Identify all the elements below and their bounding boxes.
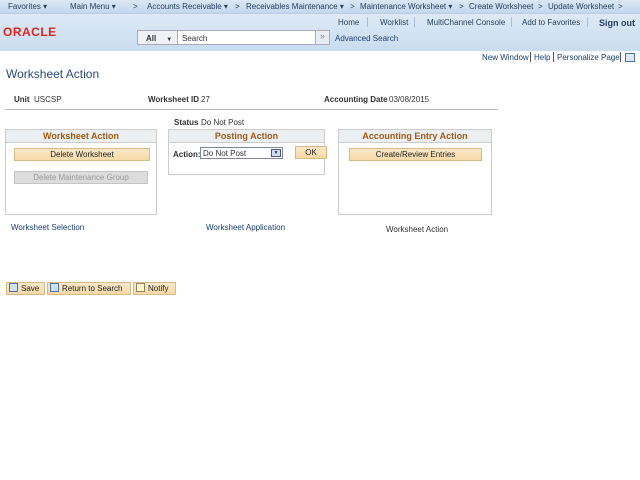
- notify-label: Notify: [148, 284, 169, 293]
- action-select[interactable]: Do Not Post ▼: [200, 147, 283, 159]
- return-to-search-button[interactable]: Return to Search: [47, 282, 131, 295]
- nav-favorites[interactable]: Favorites ▾: [8, 2, 47, 11]
- multichannel-console-link[interactable]: MultiChannel Console: [427, 18, 505, 27]
- return-label: Return to Search: [62, 284, 123, 293]
- accounting-date-label: Accounting Date: [324, 95, 388, 104]
- nav-maintenance-worksheet[interactable]: Maintenance Worksheet ▾: [360, 2, 452, 11]
- delete-maintenance-group-button: Delete Maintenance Group: [14, 171, 148, 184]
- nav-accounts-receivable[interactable]: Accounts Receivable ▾: [147, 2, 228, 11]
- tab-worksheet-application[interactable]: Worksheet Application: [206, 223, 285, 232]
- notify-button[interactable]: Notify: [133, 282, 176, 295]
- breadcrumb-nav: Favorites ▾ Main Menu ▾ > Accounts Recei…: [0, 0, 640, 14]
- divider: [511, 17, 512, 27]
- search-scope-value: All: [146, 34, 157, 43]
- divider: [367, 17, 368, 27]
- personalize-page-link[interactable]: Personalize Page: [557, 53, 620, 62]
- chevron-down-icon: ▼: [271, 149, 281, 157]
- nav-create-worksheet[interactable]: Create Worksheet: [469, 2, 533, 11]
- new-window-link[interactable]: New Window: [482, 53, 529, 62]
- panel-title: Posting Action: [169, 130, 324, 143]
- search-input[interactable]: Search: [177, 30, 316, 45]
- panel-title: Worksheet Action: [6, 130, 156, 143]
- accounting-date-value: 03/08/2015: [389, 95, 430, 104]
- nav-update-worksheet[interactable]: Update Worksheet: [548, 2, 614, 11]
- worksheet-action-panel: Worksheet Action Delete Worksheet Delete…: [5, 129, 157, 215]
- notify-icon: [136, 283, 145, 292]
- nav-separator: >: [133, 2, 138, 11]
- save-label: Save: [21, 284, 40, 293]
- tab-worksheet-selection[interactable]: Worksheet Selection: [11, 223, 84, 232]
- tab-label: Worksheet: [11, 223, 52, 232]
- nav-separator: >: [235, 2, 240, 11]
- nav-separator: >: [459, 2, 464, 11]
- nav-separator: >: [618, 2, 623, 11]
- help-link[interactable]: Help: [534, 53, 550, 62]
- save-icon: [9, 283, 18, 292]
- page-title: Worksheet Action: [6, 67, 100, 81]
- nav-receivables-maintenance[interactable]: Receivables Maintenance ▾: [246, 2, 344, 11]
- sign-out-link[interactable]: Sign out: [599, 18, 635, 28]
- add-to-favorites-link[interactable]: Add to Favorites: [522, 18, 580, 27]
- divider: [587, 17, 588, 27]
- unit-label: Unit: [14, 95, 30, 104]
- nav-main-menu[interactable]: Main Menu ▾: [70, 2, 116, 11]
- double-chevron-right-icon: »: [319, 31, 325, 41]
- worksheet-id-value: 27: [201, 95, 210, 104]
- search-scope-select[interactable]: All ▼: [137, 30, 178, 45]
- action-select-value: Do Not Post: [203, 149, 247, 158]
- divider: [553, 52, 554, 62]
- unit-value: USCSP: [34, 95, 62, 104]
- panel-title: Accounting Entry Action: [339, 130, 491, 143]
- header: Home Worklist MultiChannel Console Add t…: [0, 14, 640, 51]
- tab-label: Worksheet: [206, 223, 246, 232]
- divider: [414, 17, 415, 27]
- oracle-logo: ORACLE: [3, 25, 57, 39]
- advanced-search-link[interactable]: Advanced Search: [335, 34, 398, 43]
- tab-label: Application: [245, 223, 286, 232]
- worksheet-id-label: Worksheet ID: [148, 95, 199, 104]
- worklist-link[interactable]: Worklist: [380, 18, 408, 27]
- grid-icon[interactable]: [625, 53, 635, 62]
- search-go-button[interactable]: »: [315, 30, 330, 45]
- nav-separator: >: [350, 2, 355, 11]
- tab-worksheet-action-current: Worksheet Action: [386, 225, 449, 234]
- delete-worksheet-button[interactable]: Delete Worksheet: [14, 148, 150, 161]
- create-review-entries-button[interactable]: Create/Review Entries: [349, 148, 482, 161]
- return-icon: [50, 283, 59, 292]
- status-value: Do Not Post: [201, 118, 245, 127]
- save-button[interactable]: Save: [6, 282, 45, 295]
- divider: [620, 52, 621, 62]
- ok-button[interactable]: OK: [295, 146, 327, 159]
- tab-label: Selection: [51, 223, 85, 232]
- divider: [530, 52, 531, 62]
- accounting-entry-action-panel: Accounting Entry Action Create/Review En…: [338, 129, 492, 215]
- status-label: Status: [174, 118, 199, 127]
- home-link[interactable]: Home: [338, 18, 359, 27]
- nav-separator: >: [538, 2, 543, 11]
- action-label: Action:: [173, 150, 201, 159]
- divider: [5, 109, 498, 110]
- chevron-down-icon: ▼: [166, 37, 173, 43]
